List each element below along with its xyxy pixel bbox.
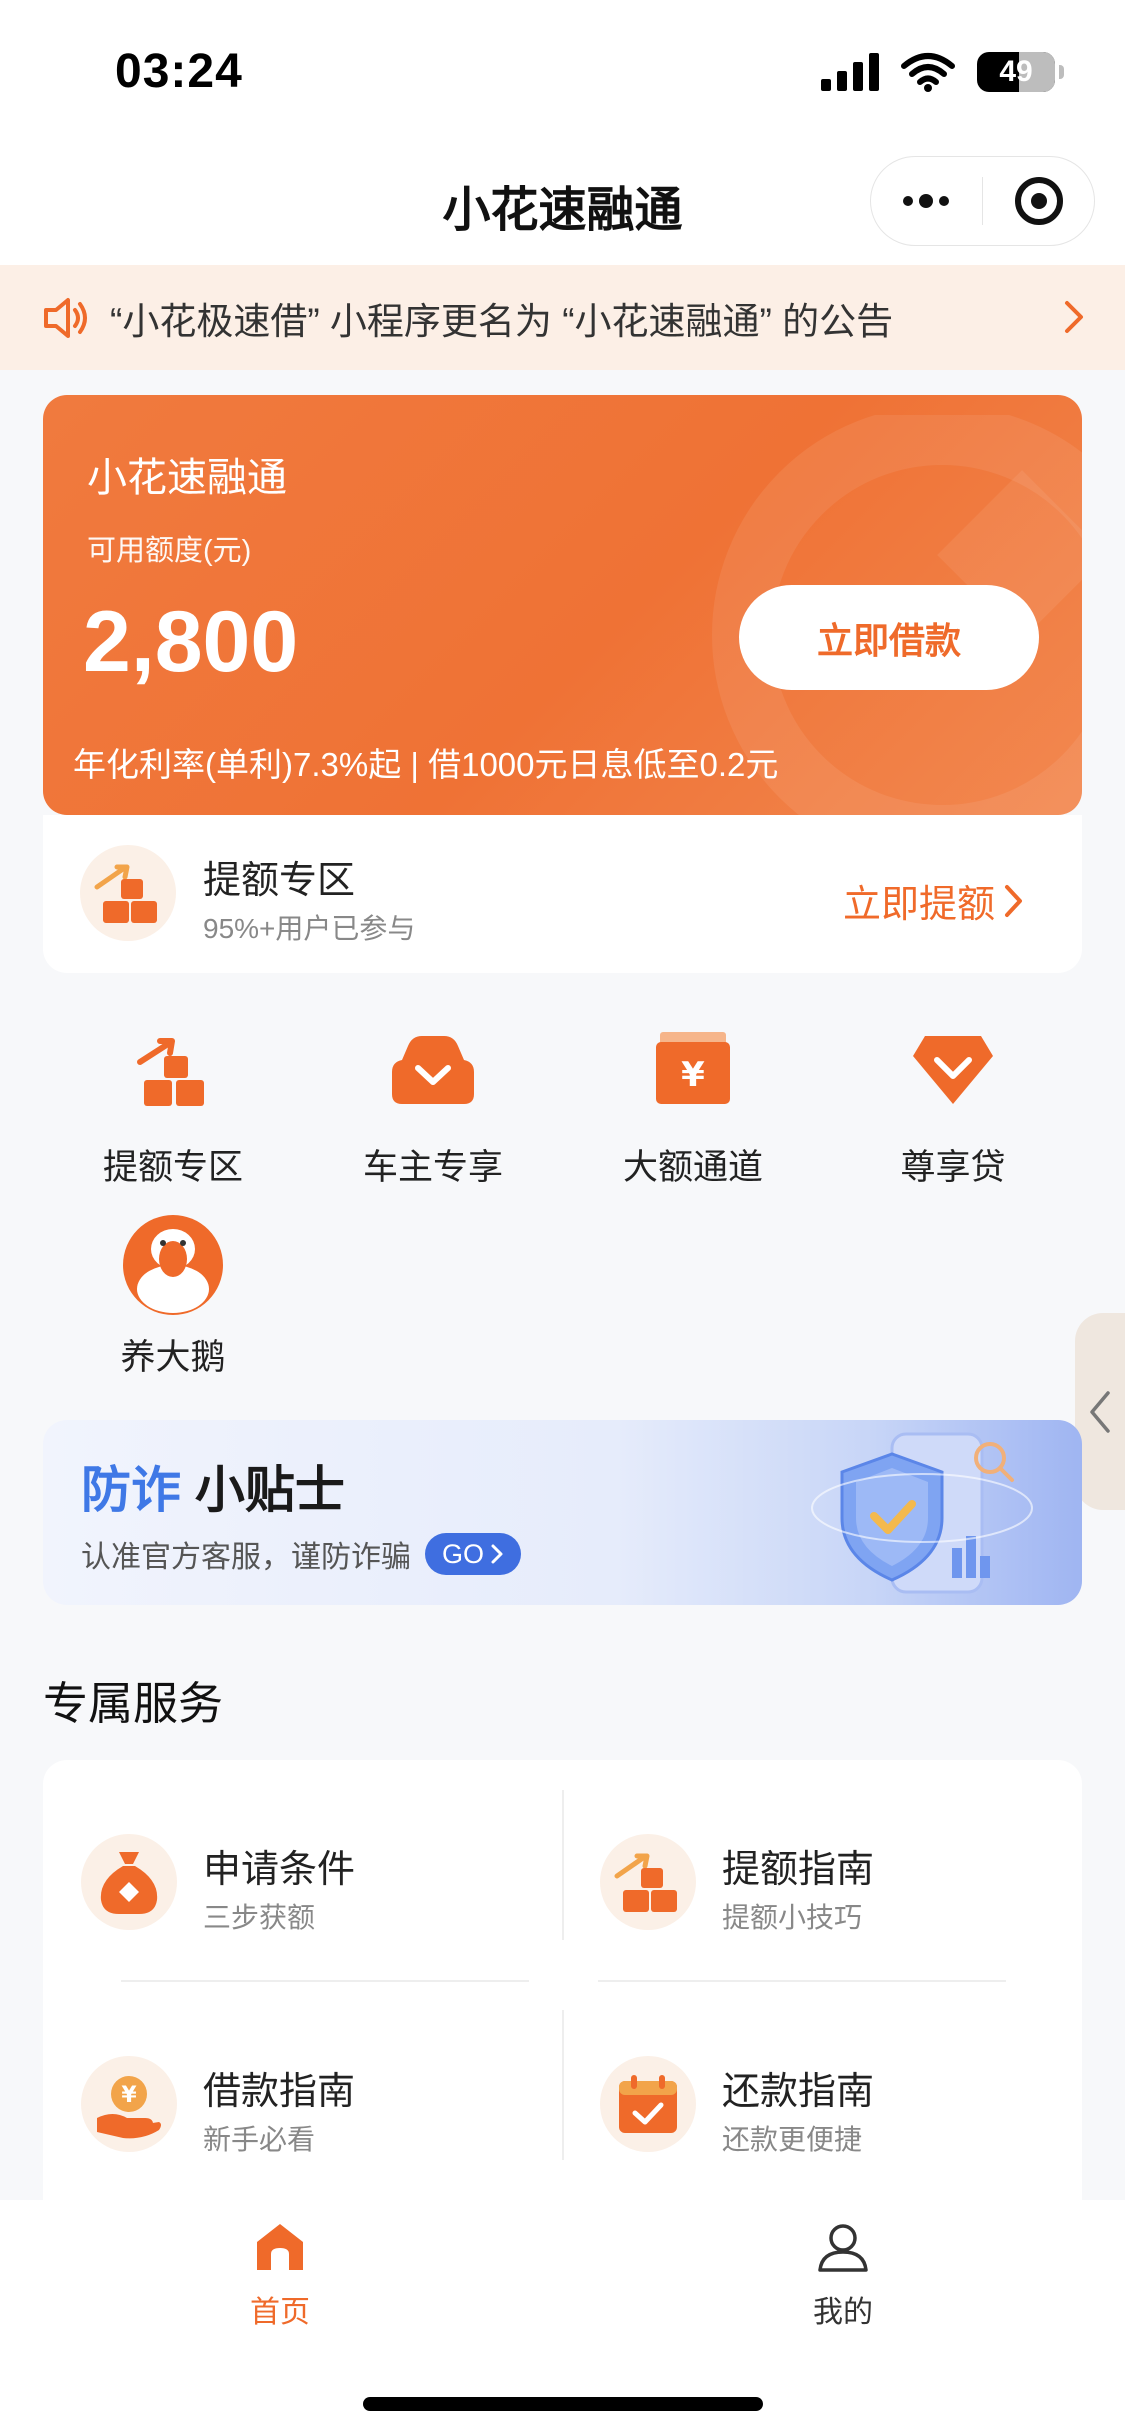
raise-now-label: 立即提额 xyxy=(842,884,995,926)
go-button[interactable]: GO xyxy=(425,1533,521,1575)
raise-quota-title: 提额专区 xyxy=(203,860,356,902)
raise-quota-subtitle: 95%+用户已参与 xyxy=(203,913,416,944)
grid-item-premium-loan[interactable]: 尊享贷 xyxy=(823,1025,1083,1190)
service-title: 借款指南 xyxy=(203,2071,356,2113)
target-icon xyxy=(1014,177,1063,225)
wifi-icon xyxy=(901,53,955,92)
svg-text:¥: ¥ xyxy=(121,2083,137,2108)
large-amount-icon: ¥ xyxy=(656,1032,730,1104)
status-bar: 03:24 49 xyxy=(0,0,1125,140)
raise-quota-card[interactable]: 提额专区 95%+用户已参与 立即提额 xyxy=(43,815,1082,973)
tips-title-rest: 小贴士 xyxy=(194,1462,345,1518)
tips-subtitle: 认准官方客服，谨防诈骗 xyxy=(81,1541,411,1574)
tab-label: 首页 xyxy=(250,2296,310,2329)
grid-item-label: 尊享贷 xyxy=(900,1148,1006,1187)
service-subtitle: 三步获额 xyxy=(203,1902,316,1933)
available-quota-amount: 2,800 xyxy=(83,594,299,690)
grid-item-label: 提额专区 xyxy=(102,1148,243,1187)
cellular-signal-icon xyxy=(821,53,879,91)
grid-item-label: 车主专享 xyxy=(362,1148,503,1187)
speaker-icon xyxy=(44,297,87,338)
status-time: 03:24 xyxy=(115,45,243,98)
available-quota-label: 可用额度(元) xyxy=(87,535,252,567)
chevron-left-icon xyxy=(1090,1390,1110,1433)
quota-card: 小花速融通 可用额度(元) 2,800 立即借款 年化利率(单利)7.3%起 |… xyxy=(43,395,1082,815)
service-borrow-guide[interactable]: ¥ 借款指南 新手必看 xyxy=(43,2036,543,2186)
grid-item-raise-quota[interactable]: 提额专区 xyxy=(43,1025,303,1190)
grid-item-raise-goose[interactable]: 养大鹅 xyxy=(43,1215,303,1380)
profile-icon xyxy=(818,2224,868,2272)
card-title: 小花速融通 xyxy=(87,456,287,500)
coin-hand-icon: ¥ xyxy=(81,2056,177,2152)
notice-bar[interactable]: “小花极速借” 小程序更名为 “小花速融通” 的公告 xyxy=(0,265,1125,370)
battery-icon: 49 xyxy=(977,52,1064,92)
services-card: 申请条件 三步获额 提额指南 提额小技巧 ¥ 借款指南 新手必看 还款指南 还款… xyxy=(43,1760,1082,2260)
battery-level: 49 xyxy=(999,55,1033,88)
interest-rate-text: 年化利率(单利)7.3%起 | 借1000元日息低至0.2元 xyxy=(73,746,779,783)
grid-item-label: 养大鹅 xyxy=(120,1338,226,1377)
home-indicator xyxy=(363,2397,763,2411)
grid-item-label: 大额通道 xyxy=(622,1148,763,1187)
raise-quota-icon xyxy=(600,1834,696,1930)
home-icon xyxy=(257,2224,303,2270)
service-subtitle: 提额小技巧 xyxy=(722,1902,863,1933)
nav-bar: 小花速融通 xyxy=(0,140,1125,265)
svg-text:¥: ¥ xyxy=(681,1055,705,1095)
more-dots-icon xyxy=(903,194,950,208)
side-float-tab[interactable] xyxy=(1075,1313,1125,1510)
go-label: GO xyxy=(441,1538,484,1569)
tips-title: 防诈 小贴士 xyxy=(81,1450,345,1522)
chevron-right-icon xyxy=(1005,884,1022,917)
service-raise-guide[interactable]: 提额指南 提额小技巧 xyxy=(562,1814,1062,1964)
anti-fraud-banner[interactable]: 防诈 小贴士 认准官方客服，谨防诈骗 GO xyxy=(43,1420,1082,1605)
shield-phone-illustration-icon xyxy=(811,1432,1033,1594)
service-subtitle: 还款更便捷 xyxy=(722,2124,863,2155)
service-title: 提额指南 xyxy=(722,1849,875,1891)
more-button[interactable] xyxy=(871,157,982,245)
grid-item-large-amount[interactable]: ¥ 大额通道 xyxy=(563,1025,823,1190)
service-repay-guide[interactable]: 还款指南 还款更便捷 xyxy=(562,2036,1062,2186)
service-title: 申请条件 xyxy=(203,1849,356,1891)
tab-home[interactable]: 首页 xyxy=(180,2220,380,2331)
service-title: 还款指南 xyxy=(722,2071,875,2113)
borrow-now-button[interactable]: 立即借款 xyxy=(739,585,1039,690)
service-subtitle: 新手必看 xyxy=(203,2124,316,2155)
chevron-right-icon xyxy=(491,1544,503,1564)
tips-title-highlight: 防诈 xyxy=(81,1462,181,1518)
calendar-check-icon xyxy=(600,2056,696,2152)
close-miniprogram-button[interactable] xyxy=(983,157,1094,245)
diamond-icon xyxy=(913,1036,993,1104)
chevron-right-icon xyxy=(1065,301,1083,333)
tab-mine[interactable]: 我的 xyxy=(743,2220,943,2331)
miniprogram-capsule xyxy=(870,156,1095,246)
service-apply-conditions[interactable]: 申请条件 三步获额 xyxy=(43,1814,543,1964)
notice-text: “小花极速借” 小程序更名为 “小花速融通” 的公告 xyxy=(110,300,894,342)
tab-label: 我的 xyxy=(813,2296,873,2329)
raise-quota-icon xyxy=(80,845,176,941)
raise-quota-icon xyxy=(137,1038,204,1106)
section-title-services: 专属服务 xyxy=(43,1678,224,1729)
raise-now-link[interactable]: 立即提额 xyxy=(843,873,1025,928)
grid-item-car-owner[interactable]: 车主专享 xyxy=(303,1025,563,1190)
goose-icon xyxy=(123,1215,223,1315)
tips-subtitle-row: 认准官方客服，谨防诈骗 GO xyxy=(81,1532,521,1576)
car-owner-icon xyxy=(392,1036,474,1104)
money-bag-icon xyxy=(81,1834,177,1930)
status-icons: 49 xyxy=(821,52,1064,92)
